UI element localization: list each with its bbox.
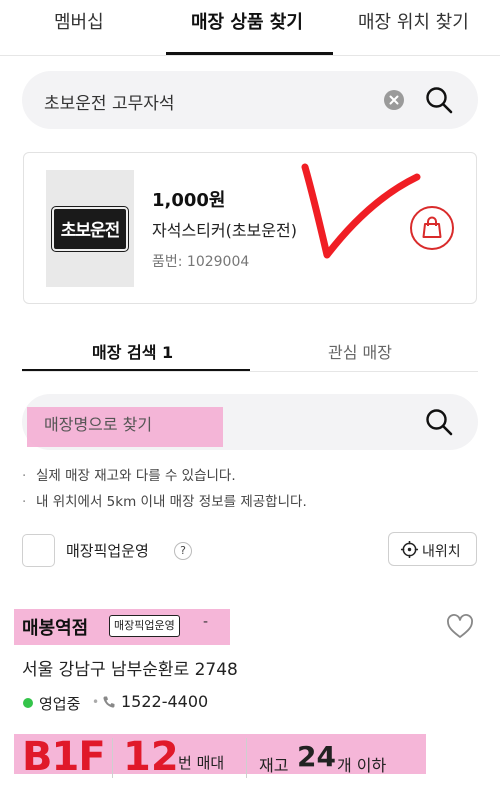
pickup-filter-label: 매장픽업운영 xyxy=(66,542,149,560)
checkmark-annotation xyxy=(301,163,421,259)
sticker-text: 초보운전 xyxy=(60,221,121,241)
product-search-bar[interactable]: 초보운전 고무자석 xyxy=(22,71,478,129)
store-search-input[interactable]: 매장명으로 찾기 xyxy=(44,411,152,435)
open-status: 영업중 xyxy=(39,695,81,713)
shelf-number: 12 xyxy=(123,734,179,780)
store-search-bar[interactable]: 매장명으로 찾기 xyxy=(22,394,478,450)
phone-icon xyxy=(103,696,115,708)
store-tab-indicator xyxy=(22,369,250,371)
store-search-icon[interactable] xyxy=(424,407,454,437)
store-phone[interactable]: 1522-4400 xyxy=(121,692,208,711)
tab-store-search[interactable]: 매장 검색 1 xyxy=(92,339,173,363)
pickup-checkbox[interactable] xyxy=(22,534,55,567)
search-icon[interactable] xyxy=(424,85,454,115)
sticker-image: 초보운전 xyxy=(51,206,129,252)
top-tab-bar: 멤버십 매장 상품 찾기 매장 위치 찾기 xyxy=(0,0,500,56)
notice-item: · 내 위치에서 5km 이내 매장 정보를 제공합니다. xyxy=(22,494,307,510)
notice-text: 내 위치에서 5km 이내 매장 정보를 제공합니다. xyxy=(36,494,307,510)
product-price: 1,000원 xyxy=(152,190,226,211)
tab-favorite-stores[interactable]: 관심 매장 xyxy=(328,339,392,363)
tab-membership[interactable]: 멤버십 xyxy=(54,8,104,34)
active-tab-indicator xyxy=(166,52,333,55)
product-image: 초보운전 xyxy=(46,170,134,287)
pickup-badge: 매장픽업운영 xyxy=(109,615,180,637)
notice-item: · 실제 매장 재고와 다를 수 있습니다. xyxy=(22,468,236,484)
store-name[interactable]: 매봉역점 xyxy=(22,614,88,640)
store-address: 서울 강남구 남부순환로 2748 xyxy=(22,660,238,680)
product-name: 자석스티커(초보운전) xyxy=(152,221,297,240)
tab-find-product[interactable]: 매장 상품 찾기 xyxy=(191,8,303,34)
divider xyxy=(112,738,113,778)
product-code: 품번: 1029004 xyxy=(152,254,250,270)
stock-suffix: 개 이하 xyxy=(337,756,387,775)
help-icon[interactable]: ? xyxy=(174,542,192,560)
my-location-label: 내위치 xyxy=(422,544,461,560)
heart-icon[interactable] xyxy=(446,614,474,640)
open-status-dot xyxy=(23,698,33,708)
store-distance: - xyxy=(203,614,209,630)
search-input[interactable]: 초보운전 고무자석 xyxy=(44,89,175,114)
my-location-button[interactable]: 내위치 xyxy=(388,532,477,566)
notice-text: 실제 매장 재고와 다를 수 있습니다. xyxy=(36,468,236,484)
stock-label: 재고 xyxy=(259,756,289,775)
shelf-unit: 번 매대 xyxy=(178,754,225,772)
floor-location: B1F xyxy=(22,734,106,780)
separator: • xyxy=(92,695,100,709)
crosshair-icon xyxy=(400,540,419,559)
divider xyxy=(246,738,247,778)
store-tab-bar: 매장 검색 1 관심 매장 xyxy=(22,328,478,372)
stock-count: 24 xyxy=(297,740,336,773)
clear-icon[interactable] xyxy=(384,90,404,110)
tab-find-location[interactable]: 매장 위치 찾기 xyxy=(358,8,469,34)
